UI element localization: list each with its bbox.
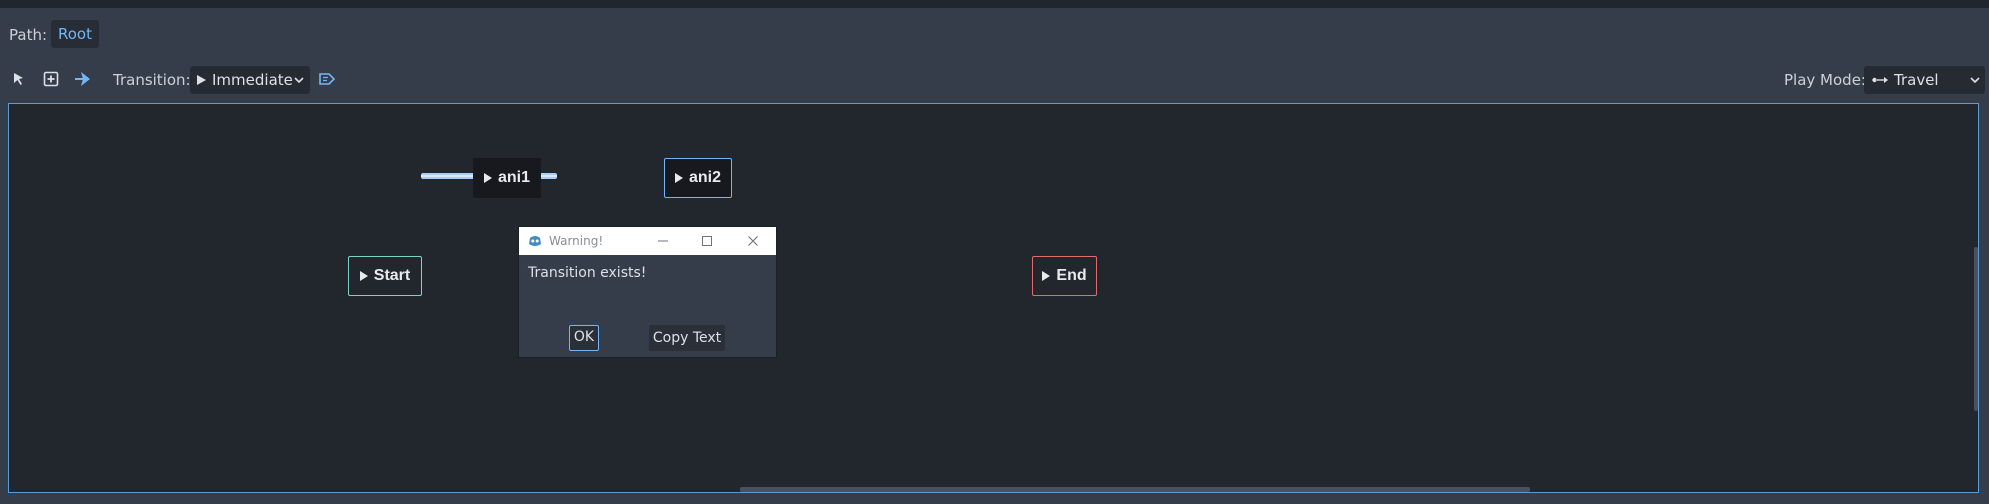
- node-ani2[interactable]: ani2: [664, 158, 732, 198]
- play-icon: [359, 271, 368, 281]
- window-top-strip: [0, 0, 1989, 8]
- transition-label: Transition:: [113, 71, 191, 89]
- graph-horizontal-scrollbar[interactable]: [740, 487, 1530, 492]
- auto-advance-button[interactable]: [316, 67, 338, 91]
- node-start[interactable]: Start: [348, 256, 422, 296]
- path-root-button[interactable]: Root: [51, 20, 99, 48]
- play-mode-select[interactable]: Travel: [1864, 66, 1985, 94]
- dialog-title-bar[interactable]: Warning!: [519, 227, 776, 255]
- transition-type-select[interactable]: Immediate: [190, 66, 310, 94]
- play-mode-value: Travel: [1894, 71, 1939, 89]
- copy-text-button[interactable]: Copy Text: [649, 325, 725, 351]
- pointer-icon: [14, 73, 23, 85]
- ok-button[interactable]: OK: [569, 325, 599, 351]
- warning-dialog: Warning! Transition exists! OK Copy Text: [519, 227, 776, 357]
- dialog-message: Transition exists!: [528, 265, 647, 281]
- play-icon: [197, 75, 206, 85]
- travel-icon: [1872, 77, 1888, 83]
- connect-icon: [75, 72, 90, 86]
- play-icon: [674, 173, 683, 183]
- select-tool-button[interactable]: [8, 67, 30, 91]
- play-icon: [1042, 271, 1051, 281]
- transition-type-value: Immediate: [212, 71, 293, 89]
- state-machine-toolbar: Transition: Immediate Play Mode: Travel: [0, 63, 1989, 97]
- node-end[interactable]: End: [1032, 256, 1097, 296]
- graph-vertical-scrollbar[interactable]: [1974, 247, 1978, 411]
- node-ani1[interactable]: ani1: [473, 158, 541, 198]
- chevron-down-icon: [294, 77, 304, 84]
- add-node-icon: [43, 71, 59, 87]
- maximize-icon[interactable]: [701, 235, 713, 247]
- path-bar: Path: Root: [0, 8, 1989, 56]
- chevron-down-icon: [1970, 77, 1980, 84]
- play-mode-label: Play Mode:: [1784, 71, 1866, 89]
- node-start-label: Start: [373, 267, 411, 284]
- minimize-icon[interactable]: [657, 236, 669, 246]
- state-machine-graph[interactable]: ani1 ani2 Start End: [8, 103, 1979, 493]
- node-end-label: End: [1056, 267, 1087, 284]
- node-ani1-label: ani1: [497, 169, 530, 186]
- connect-tool-button[interactable]: [72, 67, 94, 91]
- create-node-tool-button[interactable]: [40, 67, 62, 91]
- close-icon[interactable]: [747, 235, 759, 247]
- tag-icon: [319, 73, 335, 85]
- dialog-title: Warning!: [549, 234, 604, 248]
- play-icon: [483, 173, 492, 183]
- godot-logo-icon: [529, 236, 541, 246]
- path-label: Path:: [9, 26, 48, 44]
- node-ani2-label: ani2: [688, 169, 721, 186]
- bottom-edge: [0, 497, 1989, 504]
